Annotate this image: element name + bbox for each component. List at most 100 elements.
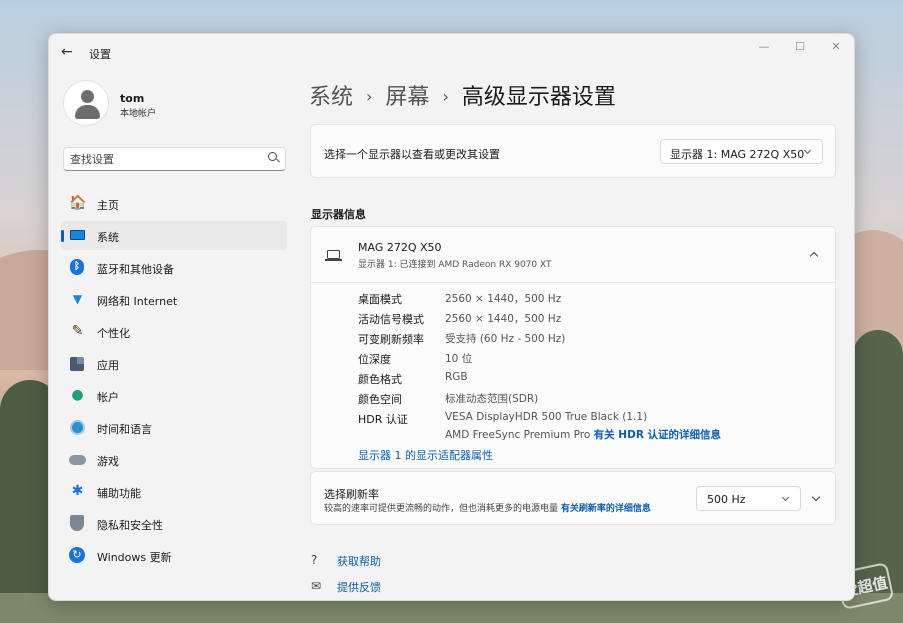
- sidebar-item-home[interactable]: 🏠 主页: [61, 189, 287, 218]
- sidebar-item-label: 主页: [97, 199, 119, 212]
- display-info-card: MAG 272Q X50 显示器 1: 已连接到 AMD Radeon RX 9…: [310, 226, 836, 469]
- minimize-button[interactable]: —: [749, 40, 779, 56]
- monitor-name: MAG 272Q X50: [358, 241, 442, 254]
- info-value: VESA DisplayHDR 500 True Black (1.1): [445, 411, 648, 423]
- account-icon: ●: [71, 387, 84, 403]
- info-key: 颜色空间: [358, 393, 402, 406]
- sidebar-item-label: 应用: [97, 359, 119, 372]
- breadcrumb-system[interactable]: 系统: [309, 85, 353, 110]
- sidebar-item-label: 帐户: [97, 391, 119, 404]
- title-bar: ← 设置 — ☐ ✕: [49, 34, 854, 70]
- help-icon: ?: [311, 553, 318, 567]
- window-title: 设置: [89, 48, 111, 61]
- refresh-rate-card: 选择刷新率 较高的速率可提供更流畅的动作，但也消耗更多的电源电量 有关刷新率的详…: [310, 471, 836, 525]
- sidebar-item-privacy[interactable]: 隐私和安全性: [61, 509, 287, 538]
- info-key: 颜色格式: [358, 373, 402, 386]
- monitor-icon: [325, 250, 342, 261]
- back-arrow-icon[interactable]: ←: [61, 44, 73, 60]
- shield-icon: [70, 515, 84, 531]
- refresh-rate-value: 500 Hz: [707, 493, 746, 506]
- sidebar-item-label: 时间和语言: [97, 423, 152, 436]
- avatar-head: [81, 90, 94, 103]
- hdr-freesync-line: AMD FreeSync Premium Pro 有关 HDR 认证的详细信息: [445, 427, 721, 442]
- feedback-icon: ✉: [311, 579, 322, 593]
- gamepad-icon: [69, 455, 86, 465]
- sidebar-item-gaming[interactable]: 游戏: [61, 445, 287, 474]
- display-info-header[interactable]: MAG 272Q X50 显示器 1: 已连接到 AMD Radeon RX 9…: [311, 227, 835, 283]
- close-button[interactable]: ✕: [821, 40, 851, 56]
- monitor-select-dropdown[interactable]: 显示器 1: MAG 272Q X50: [660, 139, 823, 164]
- sidebar-item-accounts[interactable]: ● 帐户: [61, 381, 287, 410]
- system-icon: [70, 230, 85, 240]
- feedback-label: 提供反馈: [337, 581, 381, 594]
- settings-window: ← 设置 — ☐ ✕ tom 本地帐户 🏠 主页 系统 ᛒ 蓝牙和其他设备 ▼: [48, 33, 855, 601]
- select-display-label: 选择一个显示器以查看或更改其设置: [324, 148, 500, 161]
- maximize-button[interactable]: ☐: [785, 40, 815, 56]
- sidebar-item-label: 隐私和安全性: [97, 519, 163, 532]
- info-key: 桌面模式: [358, 293, 402, 306]
- sidebar-item-label: 系统: [97, 231, 119, 244]
- select-display-card: 选择一个显示器以查看或更改其设置 显示器 1: MAG 272Q X50: [310, 124, 836, 178]
- breadcrumb: 系统 › 屏幕 › 高级显示器设置: [309, 79, 616, 111]
- info-value: 受支持 (60 Hz - 500 Hz): [445, 333, 566, 345]
- refresh-rate-description: 较高的速率可提供更流畅的动作，但也消耗更多的电源电量 有关刷新率的详细信息: [324, 501, 651, 514]
- search-input[interactable]: [70, 151, 250, 167]
- breadcrumb-separator: ›: [366, 87, 373, 106]
- hdr-details-link[interactable]: 有关 HDR 认证的详细信息: [594, 429, 721, 441]
- sidebar-item-label: 个性化: [97, 327, 130, 340]
- avatar-body: [75, 105, 100, 119]
- clock-globe-icon: [70, 420, 85, 435]
- brush-icon: ✎: [71, 323, 84, 339]
- accessibility-icon: ✱: [71, 483, 84, 499]
- search-icon[interactable]: [268, 152, 277, 161]
- breadcrumb-display[interactable]: 屏幕: [385, 85, 429, 110]
- refresh-rate-title: 选择刷新率: [324, 488, 379, 501]
- page-title: 高级显示器设置: [461, 85, 616, 110]
- info-key: 活动信号模式: [358, 313, 424, 326]
- home-icon: 🏠: [69, 195, 87, 211]
- info-value: 标准动态范围(SDR): [445, 393, 539, 405]
- info-value: 2560 × 1440，500 Hz: [445, 293, 562, 305]
- expand-chevron-icon[interactable]: [811, 492, 821, 502]
- chevron-down-icon: [781, 493, 790, 502]
- wallpaper-trees: [853, 330, 903, 623]
- account-type: 本地帐户: [120, 109, 157, 119]
- apps-icon: [70, 357, 84, 371]
- monitor-connection: 显示器 1: 已连接到 AMD Radeon RX 9070 XT: [358, 260, 552, 270]
- sidebar-item-time-language[interactable]: 时间和语言: [61, 413, 287, 442]
- breadcrumb-separator: ›: [442, 87, 449, 106]
- section-title-display-info: 显示器信息: [311, 208, 366, 221]
- sidebar-item-system[interactable]: 系统: [61, 221, 287, 250]
- adapter-properties-link[interactable]: 显示器 1 的显示适配器属性: [358, 447, 493, 463]
- sidebar-item-personalization[interactable]: ✎ 个性化: [61, 317, 287, 346]
- sidebar-item-label: 辅助功能: [97, 487, 141, 500]
- user-name: tom: [120, 92, 145, 105]
- info-value: 10 位: [445, 353, 473, 365]
- wifi-icon: ▼: [72, 292, 83, 306]
- get-help-label: 获取帮助: [337, 555, 381, 568]
- info-key: HDR 认证: [358, 413, 408, 426]
- info-value: 2560 × 1440，500 Hz: [445, 313, 562, 325]
- sidebar-item-windows-update[interactable]: ↻ Windows 更新: [61, 541, 287, 570]
- sidebar-item-label: 网络和 Internet: [97, 295, 178, 308]
- sidebar-item-label: 蓝牙和其他设备: [97, 263, 174, 276]
- sidebar-item-label: Windows 更新: [97, 551, 172, 564]
- info-key: 位深度: [358, 353, 391, 366]
- bluetooth-icon: ᛒ: [70, 259, 84, 275]
- monitor-select-value: 显示器 1: MAG 272Q X50: [670, 148, 805, 161]
- sidebar-nav: 🏠 主页 系统 ᛒ 蓝牙和其他设备 ▼ 网络和 Internet ✎ 个性化 应…: [61, 189, 287, 573]
- refresh-rate-dropdown[interactable]: 500 Hz: [696, 486, 801, 511]
- sidebar-item-bluetooth[interactable]: ᛒ 蓝牙和其他设备: [61, 253, 287, 282]
- info-key: 可变刷新频率: [358, 333, 424, 346]
- info-value: AMD FreeSync Premium Pro: [445, 429, 591, 441]
- refresh-rate-details-link[interactable]: 有关刷新率的详细信息: [561, 504, 651, 514]
- sidebar-item-network[interactable]: ▼ 网络和 Internet: [61, 285, 287, 314]
- chevron-down-icon: [803, 146, 812, 155]
- sidebar-item-label: 游戏: [97, 455, 119, 468]
- search-box[interactable]: [63, 147, 286, 171]
- update-icon: ↻: [69, 547, 85, 563]
- avatar[interactable]: [63, 80, 109, 126]
- sidebar-item-apps[interactable]: 应用: [61, 349, 287, 378]
- sidebar-item-accessibility[interactable]: ✱ 辅助功能: [61, 477, 287, 506]
- chevron-up-icon[interactable]: [809, 251, 819, 261]
